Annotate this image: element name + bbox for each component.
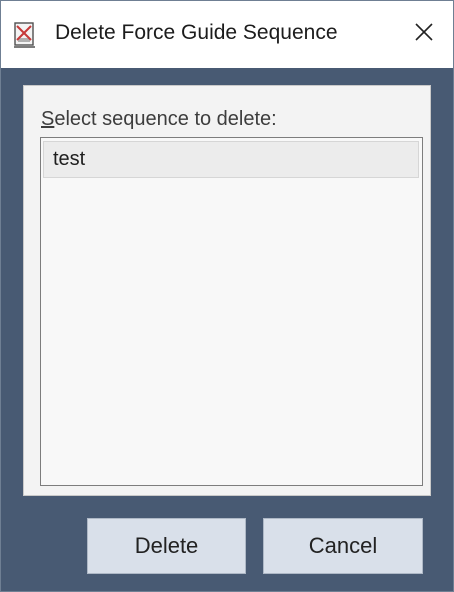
delete-sequence-icon [13,22,37,48]
dialog-window: Delete Force Guide Sequence Select seque… [0,0,454,592]
select-sequence-label: Select sequence to delete: [41,108,277,131]
close-icon [414,22,434,47]
window-title: Delete Force Guide Sequence [55,21,338,44]
label-text: elect sequence to delete: [54,108,277,130]
delete-button[interactable]: Delete [87,518,246,574]
sequence-panel: Select sequence to delete: test [23,85,431,496]
close-button[interactable] [395,1,453,68]
cancel-button[interactable]: Cancel [263,518,423,574]
title-bar[interactable]: Delete Force Guide Sequence [1,1,453,68]
list-item[interactable]: test [43,141,419,178]
label-mnemonic: S [41,108,55,130]
sequence-list[interactable]: test [40,137,423,486]
